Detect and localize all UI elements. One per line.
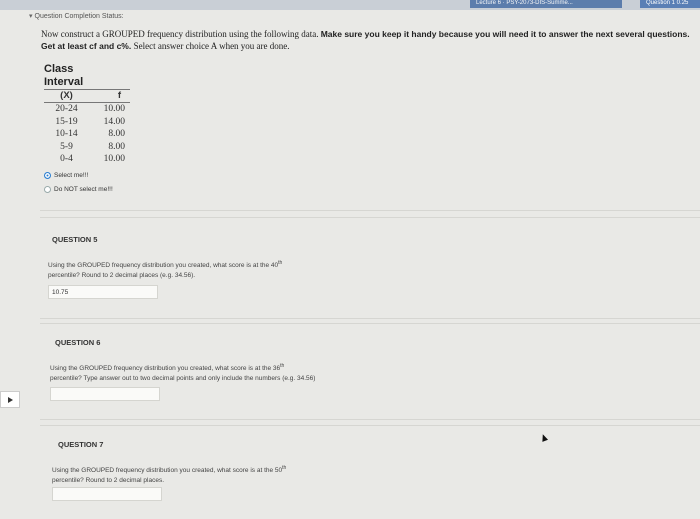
question-7-text-a: Using the GROUPED frequency distribution… xyxy=(52,467,283,475)
choice-label: Select me!!! xyxy=(54,172,89,179)
breadcrumb-tab[interactable]: Lecture 6 · PSY-2073-DIS-Summe... xyxy=(470,0,622,8)
question-7-title: QUESTION 7 xyxy=(58,440,104,449)
divider xyxy=(40,318,700,319)
choice-select-me[interactable]: Select me!!! xyxy=(44,172,88,179)
instructions-text: Now construct a GROUPED frequency distri… xyxy=(41,28,696,52)
table-column-headers: (X) f xyxy=(44,90,130,103)
question-5-text-b: percentile? Round to 2 decimal places (e… xyxy=(48,272,196,280)
completion-status-label: Question Completion Status: xyxy=(34,13,124,20)
cell-x: 10-14 xyxy=(55,129,78,139)
mouse-cursor-icon xyxy=(539,433,549,442)
choice-do-not-select[interactable]: Do NOT select me!!! xyxy=(44,186,113,193)
question-5-title: QUESTION 5 xyxy=(52,235,98,244)
play-arrow-icon xyxy=(8,397,13,403)
question-6-text-a: Using the GROUPED frequency distribution… xyxy=(50,365,281,373)
side-toggle-button[interactable] xyxy=(0,391,20,408)
divider xyxy=(40,419,700,420)
cell-x: 5-9 xyxy=(60,141,73,152)
expand-icon: ▾ xyxy=(29,13,33,20)
divider xyxy=(40,323,700,324)
question-5-text: Using the GROUPED frequency distribution… xyxy=(48,258,282,281)
cell-f: 10.00 xyxy=(103,154,125,164)
table-row: 10-14 8.00 xyxy=(44,128,130,141)
question-5-answer-field[interactable]: 10.75 xyxy=(48,285,158,299)
divider xyxy=(40,217,700,218)
question-indicator: Question 1 0.25 xyxy=(640,0,700,8)
question-6-answer-field[interactable] xyxy=(50,387,160,401)
table-header-class: Class xyxy=(44,63,74,75)
cell-x: 15-19 xyxy=(55,116,78,127)
table-header-interval: Interval xyxy=(44,76,130,90)
divider xyxy=(40,210,700,211)
cell-f: 10.00 xyxy=(103,104,125,114)
table-row: 5-9 8.00 xyxy=(44,141,130,154)
cell-f: 8.00 xyxy=(108,141,125,152)
question-7-text-b: percentile? Round to 2 decimal places. xyxy=(52,477,165,485)
choice-label: Do NOT select me!!! xyxy=(54,186,113,193)
table-row: 0-4 10.00 xyxy=(44,153,130,166)
ordinal-suffix: th xyxy=(280,363,285,369)
question-6-text: Using the GROUPED frequency distribution… xyxy=(50,361,315,384)
intro-part3: Select answer choice A when you are done… xyxy=(133,41,290,51)
ordinal-suffix: th xyxy=(278,260,283,266)
radio-selected-icon[interactable] xyxy=(44,172,51,179)
ordinal-suffix: th xyxy=(282,465,287,471)
table-row: 20-24 10.00 xyxy=(44,103,130,116)
col-f-header: f xyxy=(117,90,121,101)
cell-f: 8.00 xyxy=(108,129,125,139)
question-7-text: Using the GROUPED frequency distribution… xyxy=(52,463,286,486)
radio-empty-icon[interactable] xyxy=(44,186,51,193)
intro-part1: Now construct a GROUPED frequency distri… xyxy=(41,29,321,39)
question-6-title: QUESTION 6 xyxy=(55,338,101,347)
cell-x: 0-4 xyxy=(60,154,73,164)
question-6-text-b: percentile? Type answer out to two decim… xyxy=(50,375,316,383)
table-row: 15-19 14.00 xyxy=(44,116,130,129)
completion-status[interactable]: ▾ Question Completion Status: xyxy=(29,12,124,20)
question-7-answer-field[interactable] xyxy=(52,487,162,501)
question-5-text-a: Using the GROUPED frequency distribution… xyxy=(48,262,279,270)
cell-f: 14.00 xyxy=(103,116,125,127)
frequency-table: Class Interval (X) f 20-24 10.00 15-19 1… xyxy=(44,63,130,166)
divider xyxy=(40,425,700,426)
cell-x: 20-24 xyxy=(55,104,78,114)
col-x-header: (X) xyxy=(60,90,73,101)
browser-top-bar: Lecture 6 · PSY-2073-DIS-Summe... Questi… xyxy=(0,0,700,10)
